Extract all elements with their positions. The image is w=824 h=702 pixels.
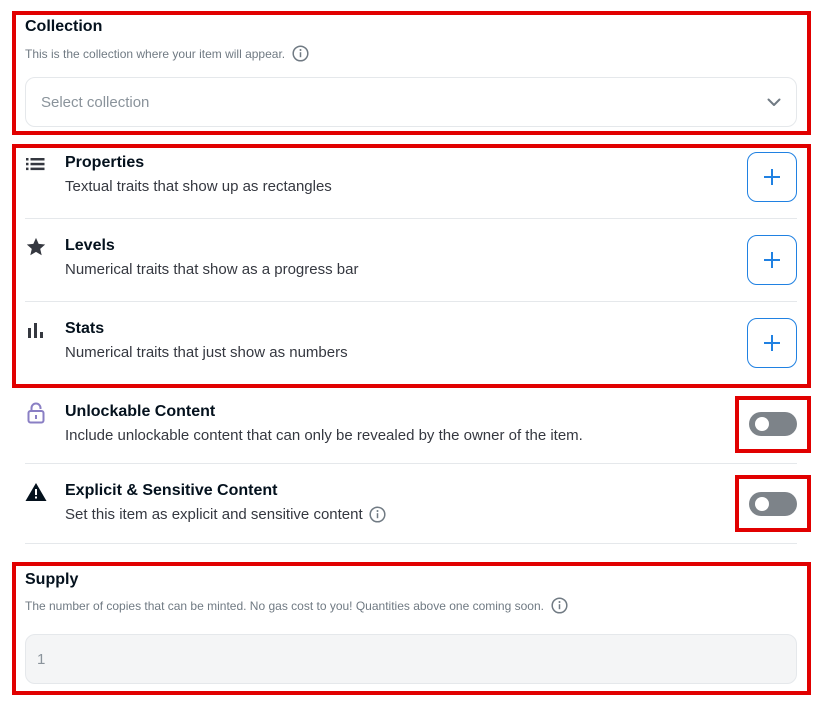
divider (25, 543, 797, 544)
supply-input[interactable]: 1 (25, 634, 797, 684)
supply-subtitle-text: The number of copies that can be minted.… (25, 598, 544, 613)
properties-description-text: Textual traits that show up as rectangle… (65, 178, 332, 195)
collection-subtitle: This is the collection where your item w… (25, 45, 309, 62)
collection-select-placeholder: Select collection (41, 93, 150, 111)
lock-icon (25, 402, 47, 424)
divider (25, 463, 797, 464)
divider (25, 301, 797, 302)
plus-icon (764, 252, 780, 268)
toggle-knob (755, 497, 769, 511)
collection-subtitle-text: This is the collection where your item w… (25, 46, 286, 61)
explicit-toggle[interactable] (749, 492, 797, 516)
stats-description: Numerical traits that just show as numbe… (65, 344, 348, 361)
supply-subtitle: The number of copies that can be minted.… (25, 597, 568, 614)
stats-description-text: Numerical traits that just show as numbe… (65, 344, 348, 361)
info-icon[interactable] (551, 597, 568, 614)
plus-icon (764, 169, 780, 185)
stats-title: Stats (65, 320, 105, 337)
toggle-knob (755, 417, 769, 431)
divider (25, 218, 797, 219)
chevron-down-icon (767, 98, 781, 107)
collection-select[interactable]: Select collection (25, 77, 797, 127)
properties-description: Textual traits that show up as rectangle… (65, 178, 332, 195)
supply-title: Supply (25, 571, 79, 588)
levels-description: Numerical traits that show as a progress… (65, 261, 358, 278)
add-levels-button[interactable] (747, 235, 797, 285)
add-stats-button[interactable] (747, 318, 797, 368)
plus-icon (764, 335, 780, 351)
supply-value: 1 (37, 650, 46, 668)
info-icon[interactable] (369, 506, 386, 523)
bar-chart-icon (25, 319, 47, 341)
properties-title: Properties (65, 154, 145, 171)
unlockable-title: Unlockable Content (65, 403, 216, 420)
unlockable-toggle[interactable] (749, 412, 797, 436)
collection-title: Collection (25, 18, 103, 35)
info-icon[interactable] (292, 45, 309, 62)
list-icon (25, 153, 47, 175)
explicit-description: Set this item as explicit and sensitive … (65, 506, 386, 523)
levels-description-text: Numerical traits that show as a progress… (65, 261, 359, 278)
levels-title: Levels (65, 237, 115, 254)
star-icon (25, 236, 47, 258)
unlockable-description-text: Include unlockable content that can only… (65, 427, 583, 444)
explicit-description-text: Set this item as explicit and sensitive … (65, 506, 363, 523)
warning-icon (25, 481, 47, 503)
explicit-title: Explicit & Sensitive Content (65, 482, 278, 499)
unlockable-description: Include unlockable content that can only… (65, 427, 583, 444)
add-properties-button[interactable] (747, 152, 797, 202)
